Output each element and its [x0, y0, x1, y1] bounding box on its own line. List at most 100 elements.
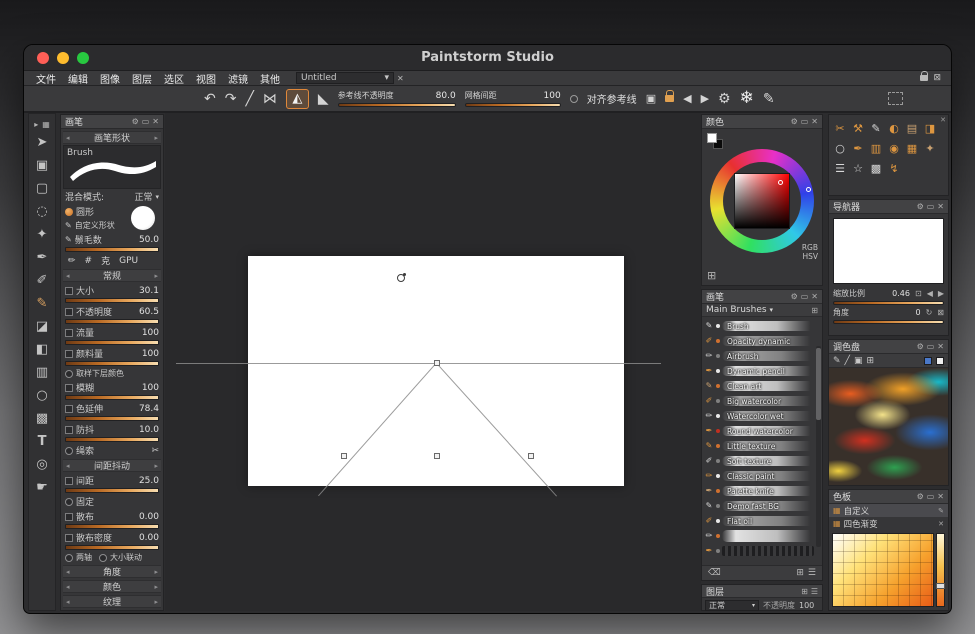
spacing-slider[interactable]	[65, 488, 159, 493]
dynamics-toggle-icon[interactable]	[65, 534, 73, 542]
menu-other[interactable]: 其他	[254, 71, 286, 86]
close-icon[interactable]: ✕	[811, 117, 818, 126]
mixer-color-swatch-white[interactable]	[936, 357, 944, 365]
wand-shortcut-icon[interactable]: ✦	[921, 138, 939, 158]
opacity-slider[interactable]	[65, 319, 159, 324]
guide-lock-icon[interactable]	[665, 95, 674, 102]
transform-grid-icon[interactable]: ⊞	[707, 269, 716, 282]
chevron-right-icon[interactable]: ▸	[154, 598, 158, 606]
menu-view[interactable]: 视图	[190, 71, 222, 86]
move-tool-icon[interactable]: ➤	[29, 131, 55, 154]
brush-tip-preview[interactable]	[131, 206, 155, 230]
trash-icon[interactable]: ⌫	[708, 568, 721, 578]
zoom-slider[interactable]	[833, 301, 944, 305]
edit-pencil-icon[interactable]: ✎	[938, 507, 944, 515]
undo-button[interactable]: ↶	[204, 92, 216, 106]
grid-spacing-slider[interactable]	[465, 103, 561, 107]
gradient-tool-icon[interactable]: ▥	[29, 361, 55, 384]
brush-list-item[interactable]: ✎ Demo fast BG	[704, 498, 814, 513]
gradient-swatch-grid[interactable]	[832, 533, 934, 607]
mixer-line-icon[interactable]: ╱	[845, 356, 850, 366]
spacing-jitter-section-header[interactable]: ◂ 间距抖动 ▸	[63, 459, 161, 472]
gear-icon[interactable]: ⚙	[917, 492, 924, 501]
minimize-icon[interactable]: ▭	[927, 342, 935, 351]
sample-underlying-option[interactable]: 取样下层颜色	[63, 367, 161, 380]
close-icon[interactable]: ✕	[940, 116, 946, 124]
layer-blend-dropdown[interactable]: 正常 ▾	[705, 600, 759, 611]
grid-icon[interactable]: ⊞	[801, 587, 808, 596]
brush-list-item[interactable]: ✐ Opacity dynamic	[704, 333, 814, 348]
mixer-pencil-icon[interactable]: ✎	[833, 356, 841, 366]
gradient-slider-handle[interactable]	[936, 583, 945, 589]
art-canvas[interactable]	[248, 256, 624, 486]
close-icon[interactable]: ✕	[811, 292, 818, 301]
dynamics-toggle-icon[interactable]	[65, 329, 73, 337]
brush-list-item[interactable]: ✒	[704, 543, 814, 558]
lock-icon[interactable]	[920, 75, 928, 81]
pattern-tool-icon[interactable]: ▩	[29, 407, 55, 430]
brush-shape-preview[interactable]: Brush	[63, 145, 161, 189]
brush-list-item[interactable]: ✒ Round watercolor	[704, 423, 814, 438]
saturation-value-square[interactable]	[734, 173, 790, 229]
hsv-mode-label[interactable]: HSV	[802, 252, 818, 261]
grid-view-icon[interactable]: ⊞	[811, 306, 818, 315]
mode-a-icon[interactable]: ✏	[65, 256, 79, 266]
palette-shortcut-icon[interactable]: ◐	[885, 118, 903, 138]
line-tool-button[interactable]: ╱	[245, 92, 253, 106]
grid-view-icon[interactable]: ⊞	[796, 568, 804, 578]
brush-list-item[interactable]: ✎ Clean art	[704, 378, 814, 393]
scissors-shortcut-icon[interactable]: ✂	[831, 118, 849, 138]
minimize-window-button[interactable]	[57, 52, 69, 64]
text-tool-icon[interactable]: T	[29, 430, 55, 453]
fill-tool-icon[interactable]: ◧	[29, 338, 55, 361]
dynamics-toggle-icon[interactable]	[65, 384, 73, 392]
edit-guides-pencil-icon[interactable]: ✎	[763, 92, 775, 106]
brush-group-dropdown[interactable]: Main Brushes ▾ ⊞	[702, 304, 822, 317]
menu-image[interactable]: 图像	[94, 71, 126, 86]
chevron-right-icon[interactable]: ▸	[154, 272, 158, 280]
fit-icon[interactable]: ⊡	[915, 289, 922, 298]
mirror-tool-button[interactable]: ⋈	[263, 92, 277, 106]
scatter-slider[interactable]	[65, 524, 159, 529]
symmetry-snowflake-icon[interactable]: ❄	[740, 90, 754, 107]
triangle-tool-button[interactable]: ◣	[318, 92, 329, 106]
perspective-tool-button-active[interactable]: ◭	[286, 89, 309, 109]
frame-icon[interactable]: ▣	[646, 93, 656, 104]
guide-handle[interactable]	[434, 453, 440, 459]
tip-round-option[interactable]: 圆形	[63, 204, 131, 219]
angle-slider[interactable]	[833, 320, 944, 324]
blur-slider[interactable]	[65, 395, 159, 400]
gradient-slider-strip[interactable]	[936, 533, 945, 607]
minimize-icon[interactable]: ▭	[927, 202, 935, 211]
redo-button[interactable]: ↷	[225, 92, 237, 106]
ellipse-shortcut-icon[interactable]: ○	[831, 138, 849, 158]
scissors-icon[interactable]: ✂	[151, 446, 159, 456]
pen-tool-icon[interactable]: ✒	[29, 246, 55, 269]
dynamics-toggle-icon[interactable]	[65, 287, 73, 295]
layers-shortcut-icon[interactable]: ◨	[921, 118, 939, 138]
texture-section-header[interactable]: ◂ 纹理 ▸	[63, 595, 161, 608]
guide-handle[interactable]	[341, 453, 347, 459]
menu-edit[interactable]: 编辑	[62, 71, 94, 86]
color-section-header[interactable]: ◂ 颜色 ▸	[63, 580, 161, 593]
menu-layer[interactable]: 图层	[126, 71, 158, 86]
hand-tool-icon[interactable]: ☛	[29, 476, 55, 499]
brush-list-scrollbar[interactable]	[816, 346, 821, 547]
hue-marker[interactable]	[806, 187, 811, 192]
brush-tool-icon[interactable]: ✎	[29, 292, 55, 315]
horizon-guide-line[interactable]	[176, 363, 661, 364]
foreground-background-swatches[interactable]	[707, 133, 723, 149]
rgb-mode-label[interactable]: RGB	[802, 243, 818, 252]
brush-list-item[interactable]: ✐ Flat oil	[704, 513, 814, 528]
list-shortcut-icon[interactable]: ☰	[831, 158, 849, 178]
brush-list-item[interactable]: ✏ Airbrush	[704, 348, 814, 363]
canvas-area[interactable]	[165, 113, 701, 611]
blend-mode-dropdown[interactable]: 混合模式: 正常 ▾	[63, 189, 161, 204]
brush-list-item[interactable]: ✏ Classic paint	[704, 468, 814, 483]
mode-gpu-button[interactable]: GPU	[116, 256, 141, 266]
sv-marker[interactable]	[778, 180, 783, 185]
scrollbar-thumb[interactable]	[816, 348, 821, 420]
gear-icon[interactable]: ⚙	[132, 117, 139, 126]
bristles-slider[interactable]	[65, 247, 159, 252]
dynamics-toggle-icon[interactable]	[65, 426, 73, 434]
